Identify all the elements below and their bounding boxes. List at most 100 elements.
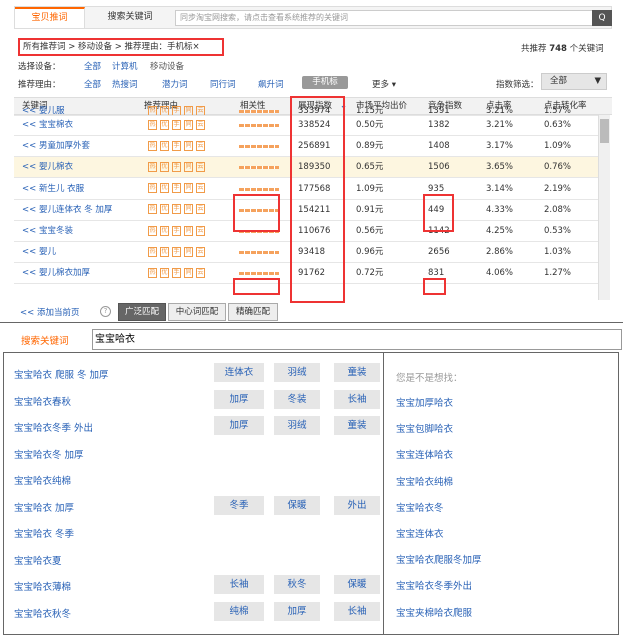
suggestion-item[interactable]: 宝宝哈衣春秋 [14, 394, 71, 408]
suggestion-chip[interactable]: 连体衣 [214, 363, 264, 382]
reason-rising[interactable]: 飙升词 [258, 78, 284, 90]
suggestion-chip[interactable]: 羽绒 [274, 363, 320, 382]
center-match-button[interactable]: 中心词匹配 [168, 303, 226, 321]
related-item[interactable]: 宝宝哈衣冬季外出 [396, 578, 472, 592]
help-icon[interactable]: ? [100, 306, 111, 317]
device-computer[interactable]: 计算机 [112, 60, 138, 72]
reason-badge-icon: 优 [160, 161, 169, 172]
suggestion-item[interactable]: 宝宝哈衣纯棉 [14, 473, 71, 487]
reason-badge-icon: 云 [196, 204, 205, 215]
tab-search-keyword[interactable]: 搜索关键词 [95, 7, 165, 28]
keyword-cell[interactable]: << 宝宝棉衣 [22, 115, 73, 135]
suggestion-chip[interactable]: 童装 [334, 416, 380, 435]
suggestion-chip[interactable]: 冬季 [214, 495, 264, 515]
reason-badge-icon: 手 [172, 204, 181, 215]
reason-badges: 热优手同云 [148, 136, 208, 156]
suggestion-chip[interactable]: 保暖 [274, 495, 320, 515]
reason-badge-icon: 热 [148, 204, 157, 215]
keyword-cell[interactable]: << 宝宝冬装 [22, 221, 73, 241]
reason-badge-icon: 热 [148, 161, 157, 172]
more-filters-button[interactable]: 更多 ▾ [372, 78, 396, 90]
suggestion-item[interactable]: 宝宝哈衣 爬服 冬 加厚 [14, 367, 109, 381]
broad-match-button[interactable]: 广泛匹配 [118, 303, 166, 321]
related-item[interactable]: 宝宝哈衣冬 [396, 500, 444, 514]
keyword-cell[interactable]: << 婴儿 [22, 242, 56, 262]
suggestion-item[interactable]: 宝宝哈衣 冬季 [14, 526, 74, 540]
reason-badges: 热优手同云 [148, 221, 208, 241]
related-item[interactable]: 宝宝加厚哈衣 [396, 395, 453, 409]
suggestion-chip[interactable]: 长袖 [334, 389, 380, 409]
suggestion-chip[interactable]: 冬装 [274, 389, 320, 409]
suggestion-chip[interactable]: 加厚 [214, 389, 264, 409]
search-input[interactable]: 同步淘宝网搜索，请点击查看系统推荐的关键词 [175, 10, 593, 26]
search2-input[interactable]: 宝宝哈衣 [92, 329, 622, 350]
keyword-cell[interactable]: << 婴儿棉衣 [22, 157, 73, 177]
suggestion-chip[interactable]: 加厚 [274, 601, 320, 621]
index-filter-select[interactable]: 全部 ▼ [541, 73, 607, 90]
device-mobile[interactable]: 移动设备 [150, 60, 184, 72]
table-scrollbar[interactable] [598, 115, 610, 300]
cvr-cell: 1.09% [544, 141, 572, 152]
popup-divider [383, 353, 384, 634]
suggestion-chip[interactable]: 加厚 [214, 416, 264, 435]
suggestion-item[interactable]: 宝宝哈衣冬 加厚 [14, 447, 84, 461]
keyword-cell[interactable]: << 男童加厚外套 [22, 136, 90, 156]
suggestion-item[interactable]: 宝宝哈衣冬季 外出 [14, 420, 93, 434]
breadcrumb[interactable]: 所有推荐词 > 移动设备 > 推荐理由：手机标× [18, 38, 224, 56]
suggestion-chip[interactable]: 长袖 [334, 601, 380, 621]
divider [0, 322, 623, 323]
search-icon[interactable]: Q [592, 10, 612, 26]
reason-peer[interactable]: 同行词 [210, 78, 236, 90]
related-item[interactable]: 宝宝哈衣纯棉 [396, 474, 453, 488]
tab-baby-recommend[interactable]: 宝贝推词 [15, 7, 85, 28]
reason-badge-icon: 优 [160, 140, 169, 151]
reason-potential[interactable]: 潜力词 [162, 78, 188, 90]
cvr-cell: 2.19% [544, 183, 572, 194]
ctr-cell: 4.25% [486, 226, 514, 236]
reason-badge-icon: 优 [160, 119, 169, 130]
suggestion-item[interactable]: 宝宝哈衣薄棉 [14, 579, 71, 593]
keyword-cell[interactable]: << 婴儿棉衣加厚 [22, 263, 90, 283]
competition-cell: 1506 [428, 162, 450, 173]
avg-bid-cell: 0.50元 [356, 120, 384, 130]
suggestion-item[interactable]: 宝宝哈衣夏 [14, 553, 62, 567]
suggestion-chip[interactable]: 外出 [334, 495, 380, 515]
reason-badges: 热优手同云 [148, 242, 208, 262]
cvr-cell: 0.53% [544, 226, 572, 236]
reason-badge-icon: 云 [196, 246, 205, 257]
reason-badge-icon: 云 [196, 119, 205, 130]
exact-match-button[interactable]: 精确匹配 [228, 303, 278, 321]
reason-all[interactable]: 全部 [84, 78, 101, 90]
relevance-bar [239, 124, 279, 127]
add-current-page-link[interactable]: << 添加当前页 [20, 306, 79, 318]
related-item[interactable]: 宝宝包脚哈衣 [396, 421, 453, 435]
reason-badge-icon: 优 [160, 225, 169, 236]
reason-badge-icon: 手 [172, 183, 181, 194]
competition-cell: 1382 [428, 120, 450, 130]
suggestion-chip[interactable]: 纯棉 [214, 601, 264, 621]
reason-badge-icon: 同 [184, 246, 193, 257]
reason-mobile-tag[interactable]: 手机标 [302, 76, 348, 89]
suggestion-item[interactable]: 宝宝哈衣秋冬 [14, 606, 71, 620]
reason-badge-icon: 手 [172, 161, 181, 172]
reason-badge-icon: 热 [148, 119, 157, 130]
related-item[interactable]: 宝宝连体衣 [396, 526, 444, 540]
reason-hot[interactable]: 热搜词 [112, 78, 138, 90]
reason-badge-icon: 同 [184, 204, 193, 215]
related-item[interactable]: 宝宝夹棉哈衣爬服 [396, 605, 472, 619]
reason-badge-icon: 同 [184, 161, 193, 172]
related-item[interactable]: 宝宝哈衣爬服冬加厚 [396, 552, 482, 566]
suggestion-chip[interactable]: 童装 [334, 363, 380, 382]
keyword-cell[interactable]: << 新生儿 衣服 [22, 179, 84, 199]
suggestion-chip[interactable]: 保暖 [334, 575, 380, 594]
suggestion-chip[interactable]: 羽绒 [274, 416, 320, 435]
avg-bid-cell: 0.72元 [356, 268, 384, 279]
suggestion-chip[interactable]: 长袖 [214, 575, 264, 594]
suggestion-chip[interactable]: 秋冬 [274, 575, 320, 594]
device-all[interactable]: 全部 [84, 60, 101, 72]
keyword-cell[interactable]: << 婴儿连体衣 冬 加厚 [22, 200, 112, 220]
avg-bid-cell: 0.89元 [356, 141, 384, 152]
suggestion-item[interactable]: 宝宝哈衣 加厚 [14, 500, 74, 514]
scrollbar-thumb[interactable] [600, 119, 609, 143]
related-item[interactable]: 宝宝连体哈衣 [396, 447, 453, 461]
